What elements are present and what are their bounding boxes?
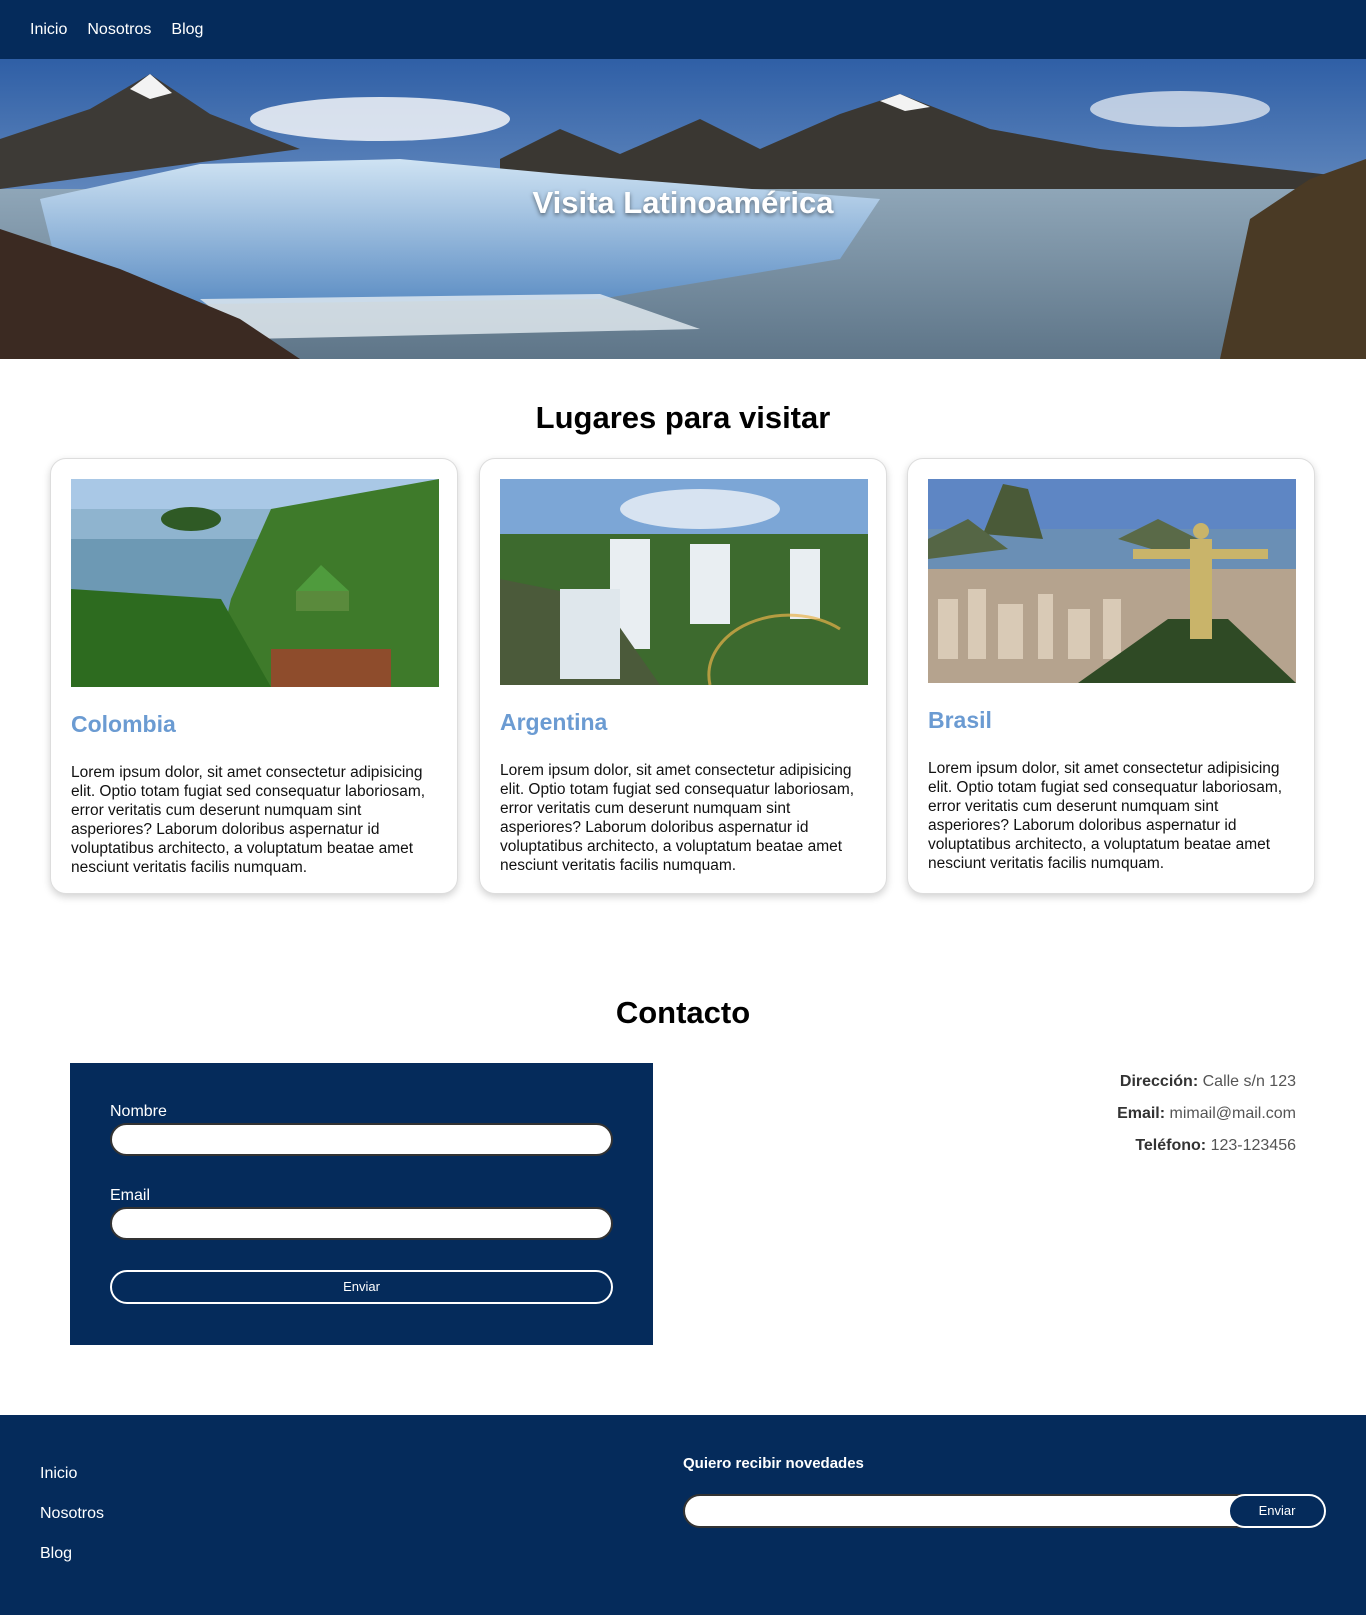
card-argentina-text: Lorem ipsum dolor, sit amet consectetur … bbox=[500, 762, 855, 874]
nav-blog[interactable]: Blog bbox=[171, 21, 203, 39]
contact-form: Nombre Email Enviar bbox=[70, 1063, 653, 1345]
contact-info: Dirección: Calle s/n 123 Email: mimail@m… bbox=[1117, 1066, 1296, 1162]
newsletter-button[interactable]: Enviar bbox=[1228, 1494, 1326, 1528]
footer: Inicio Nosotros Blog Quiero recibir nove… bbox=[0, 1415, 1366, 1615]
colombia-image bbox=[71, 479, 439, 687]
card-colombia-text: Lorem ipsum dolor, sit amet consectetur … bbox=[71, 764, 426, 876]
card-colombia: Colombia Lorem ipsum dolor, sit amet con… bbox=[50, 458, 458, 894]
name-input[interactable] bbox=[110, 1123, 613, 1156]
address-value: Calle s/n 123 bbox=[1202, 1073, 1296, 1090]
hero-banner: Visita Latinoamérica bbox=[0, 59, 1366, 359]
card-brasil: Brasil Lorem ipsum dolor, sit amet conse… bbox=[907, 458, 1315, 894]
submit-button[interactable]: Enviar bbox=[110, 1270, 613, 1304]
card-argentina-title: Argentina bbox=[500, 709, 608, 735]
argentina-image bbox=[500, 479, 868, 685]
newsletter-title: Quiero recibir novedades bbox=[683, 1455, 864, 1472]
phone-line: Teléfono: 123-123456 bbox=[1117, 1130, 1296, 1162]
card-brasil-title: Brasil bbox=[928, 707, 992, 733]
card-brasil-text: Lorem ipsum dolor, sit amet consectetur … bbox=[928, 760, 1283, 872]
name-label: Nombre bbox=[110, 1103, 167, 1120]
address-label: Dirección: bbox=[1119, 1073, 1199, 1090]
newsletter-input[interactable] bbox=[683, 1494, 1283, 1528]
address-line: Dirección: Calle s/n 123 bbox=[1117, 1066, 1296, 1098]
places-title: Lugares para visitar bbox=[535, 400, 831, 435]
footer-link-inicio[interactable]: Inicio bbox=[40, 1465, 77, 1483]
email-line: Email: mimail@mail.com bbox=[1117, 1098, 1296, 1130]
email-label: Email bbox=[110, 1187, 151, 1204]
footer-link-blog[interactable]: Blog bbox=[40, 1545, 72, 1563]
top-nav: Inicio Nosotros Blog bbox=[0, 0, 1366, 59]
email-info-value: mimail@mail.com bbox=[1169, 1105, 1296, 1122]
brasil-image bbox=[928, 479, 1296, 683]
nav-inicio[interactable]: Inicio bbox=[30, 21, 67, 39]
contact-title: Contacto bbox=[615, 995, 751, 1030]
email-info-label: Email: bbox=[1117, 1105, 1166, 1122]
card-argentina: Argentina Lorem ipsum dolor, sit amet co… bbox=[479, 458, 887, 894]
phone-label: Teléfono: bbox=[1135, 1137, 1207, 1154]
email-input[interactable] bbox=[110, 1207, 613, 1240]
nav-nosotros[interactable]: Nosotros bbox=[87, 21, 151, 39]
footer-link-nosotros[interactable]: Nosotros bbox=[40, 1505, 104, 1523]
card-colombia-title: Colombia bbox=[71, 711, 176, 737]
hero-title: Visita Latinoamérica bbox=[532, 185, 834, 220]
phone-value: 123-123456 bbox=[1210, 1137, 1296, 1154]
